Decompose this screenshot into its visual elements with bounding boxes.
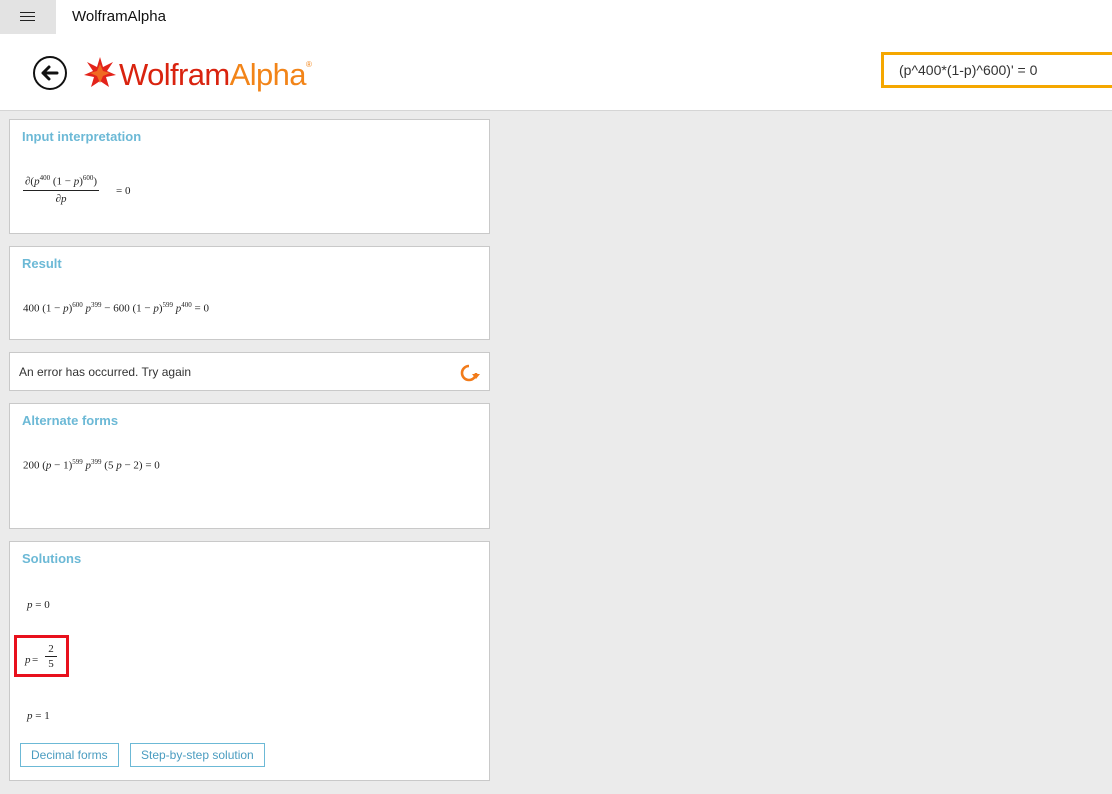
solution-highlight-box [14,635,69,677]
header: WolframAlpha® [0,34,1112,111]
fraction-denominator: ∂p [23,191,99,205]
trademark-mark: ® [305,60,312,69]
math-text: ) [93,175,98,188]
math-text: = 0 [32,599,50,611]
logo-text: WolframAlpha® [119,57,312,93]
fraction-numerator: ∂(p400 (1 − p)600) [23,174,100,191]
decimal-forms-button[interactable]: Decimal forms [20,743,119,767]
alternate-expression: 200 (p − 1)599 p399 (5 p − 2) = 0 [23,458,160,472]
equals-zero: = 0 [116,185,131,197]
alternate-forms-pod: Alternate forms 200 (p − 1)599 p399 (5 p… [9,403,490,529]
back-button[interactable] [33,56,67,90]
search-box[interactable] [881,52,1112,88]
solution-1: p = 0 [27,599,50,611]
error-message: An error has occurred. Try again [19,365,192,379]
title-bar: WolframAlpha [0,0,1112,34]
menu-line [20,20,35,21]
derivative-fraction: ∂(p400 (1 − p)600) ∂p [23,174,100,205]
retry-icon [460,364,480,382]
input-interpretation-pod: Input interpretation ∂(p400 (1 − p)600) … [9,119,490,234]
math-text: − 2) = 0 [121,459,160,472]
solution-3: p = 1 [27,710,50,722]
math-text: (1 − [50,175,74,188]
math-text: − 600 (1 − [101,302,154,315]
logo-text-alpha: Alpha [229,57,307,92]
menu-line [20,16,35,17]
back-arrow-icon [41,65,59,81]
logo-text-wolfram: Wolfram [119,57,230,92]
exponent: 600 [72,301,83,309]
exponent: 399 [91,458,102,466]
math-text: 400 (1 − [23,302,64,315]
pod-title: Input interpretation [22,129,142,144]
pod-title: Solutions [22,551,82,566]
pod-title: Result [22,256,62,271]
exponent: 399 [91,301,102,309]
exponent: 600 [82,174,94,182]
spikey-icon [84,57,116,87]
solutions-pod: Solutions p = 0 p = 2 5 p = 1 Decimal fo… [9,541,490,781]
exponent: 599 [72,458,83,466]
step-by-step-button[interactable]: Step-by-step solution [130,743,265,767]
math-text: − 1) [51,459,73,472]
math-text: ∂( [25,175,35,188]
app-title: WolframAlpha [72,8,166,25]
exponent: 400 [39,174,51,182]
hamburger-menu-button[interactable] [0,0,56,34]
result-pod: Result 400 (1 − p)600 p399 − 600 (1 − p)… [9,246,490,340]
math-text: 200 ( [23,459,46,472]
exponent: 599 [162,301,174,309]
math-var: p [61,192,67,205]
exponent: 400 [181,301,192,309]
error-pod: An error has occurred. Try again [9,352,490,391]
pod-title: Alternate forms [22,413,119,428]
math-text: = 1 [32,710,50,722]
search-input[interactable] [884,55,1112,85]
math-text: = 0 [191,302,210,315]
result-expression: 400 (1 − p)600 p399 − 600 (1 − p)599 p40… [23,301,209,315]
math-text: (5 [101,459,117,472]
menu-line [20,12,35,13]
retry-button[interactable] [457,361,481,385]
